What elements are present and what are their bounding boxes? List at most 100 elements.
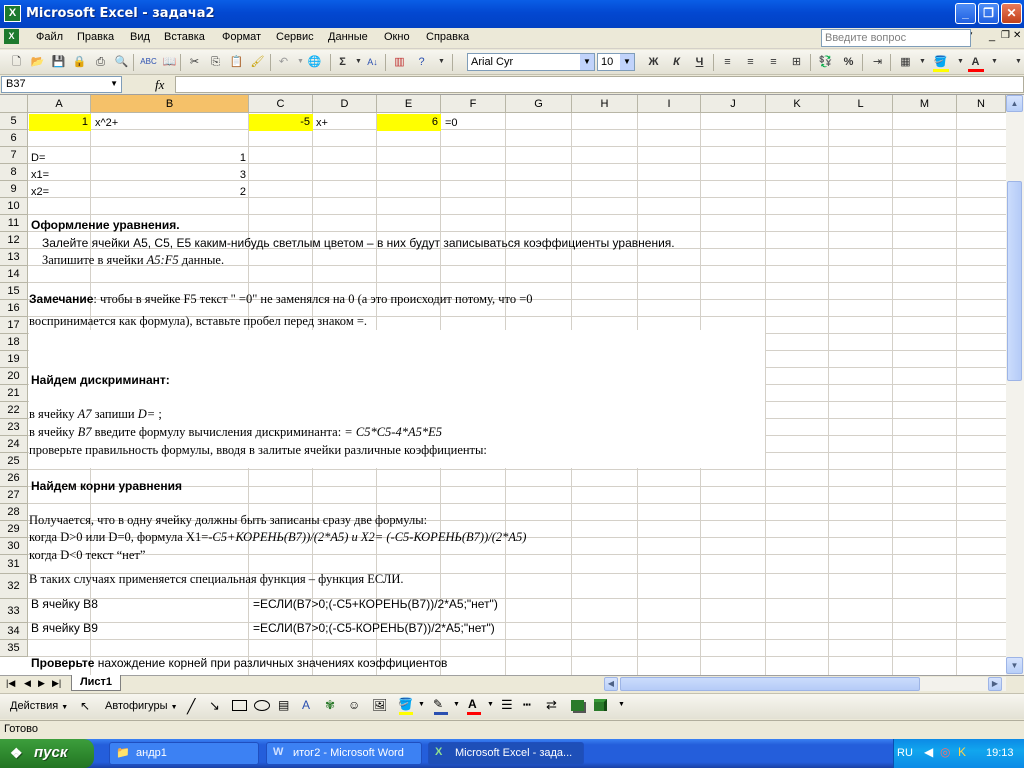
scroll-right-icon[interactable]: ▶ [988,677,1002,691]
clipart-icon[interactable]: ☺ [348,698,360,712]
print-icon[interactable]: ⎙ [92,54,109,70]
column-header[interactable]: B [91,95,249,113]
doc-close-button[interactable]: ✕ [1013,30,1021,41]
task-folder[interactable]: 📁 андр1 [109,742,259,765]
copy-icon[interactable]: ⎘ [207,54,224,70]
row-header[interactable]: 33 [0,599,28,623]
line-icon[interactable]: ╱ [187,698,195,715]
column-header[interactable]: J [701,95,766,113]
column-header[interactable]: L [829,95,893,113]
row-header[interactable]: 31 [0,555,28,574]
document-icon[interactable]: X [4,29,19,44]
row-header[interactable]: 23 [0,419,28,436]
scroll-up-icon[interactable]: ▲ [1006,95,1023,112]
menu-insert[interactable]: Вставка [164,31,205,43]
chevron-down-icon[interactable]: ▼ [453,701,460,708]
start-button[interactable]: ❖ пуск [0,739,94,768]
row-header[interactable]: 7 [0,147,28,164]
row-header[interactable]: 15 [0,283,28,300]
column-header[interactable]: N [957,95,1006,113]
save-icon[interactable]: 💾 [50,54,67,70]
row-header[interactable]: 17 [0,317,28,334]
wordart-icon[interactable]: A [302,698,310,712]
row-header[interactable]: 27 [0,487,28,504]
name-box[interactable]: B37 ▼ [1,76,122,93]
cell-a7[interactable]: D= [31,151,45,165]
cell-d5[interactable]: x+ [316,116,328,130]
undo-icon[interactable]: ↶ [275,54,292,70]
formula-input[interactable] [175,76,1024,93]
last-sheet-icon[interactable]: ▶| [52,678,61,689]
vertical-scrollbar[interactable]: ▲ ▼ [1006,95,1024,675]
toolbar-options-icon[interactable]: ▼ [1010,54,1024,70]
spreadsheet-grid[interactable]: A B C D E F G H I J K L M N 5 6 7 8 9 10 11 12 1… [0,95,1006,675]
font-size-select[interactable]: 10 ▼ [597,53,635,71]
row-header[interactable]: 5 [0,113,28,130]
line-style-icon[interactable]: ☰ [501,697,513,713]
autoshapes-menu[interactable]: Автофигуры ▼ [105,700,178,712]
column-header[interactable]: C [249,95,313,113]
select-objects-icon[interactable]: ↖ [80,699,90,713]
paste-icon[interactable]: 📋 [228,54,245,70]
doc-restore-button[interactable]: ❐ [1001,30,1010,41]
prev-sheet-icon[interactable]: ◀ [24,678,31,689]
dash-style-icon[interactable]: ┅ [523,697,531,713]
tray-app-icon[interactable]: K [958,745,966,759]
first-sheet-icon[interactable]: |◀ [6,678,15,689]
align-left-icon[interactable]: ≡ [719,54,736,70]
format-painter-icon[interactable]: 🖌 [249,54,266,70]
row-header[interactable]: 19 [0,351,28,368]
horizontal-scrollbar[interactable]: ◀ ▶ [604,677,1006,691]
menu-edit[interactable]: Правка [77,31,114,43]
line-color-icon[interactable]: ✎ [433,697,443,711]
font-color-icon[interactable]: A [468,697,477,711]
shadow-style-icon[interactable] [571,700,584,711]
function-icon[interactable]: fx [155,77,164,93]
row-header[interactable]: 8 [0,164,28,181]
menu-file[interactable]: Файл [36,31,63,43]
cell-a32[interactable]: В ячейку В8 [31,597,98,611]
menu-format[interactable]: Формат [222,31,261,43]
cell-f5[interactable]: =0 [445,116,458,130]
column-header[interactable]: F [441,95,506,113]
scroll-left-icon[interactable]: ◀ [604,677,618,691]
fill-color-icon[interactable]: 🪣 [932,54,949,70]
align-center-icon[interactable]: ≡ [742,54,759,70]
menu-window[interactable]: Окно [384,31,410,43]
cell-c33[interactable]: =ЕСЛИ(B7>0;(-C5-КОРЕНЬ(B7))/2*A5;"нет") [253,621,495,635]
cell-a8[interactable]: x1= [31,168,49,182]
font-color-dropdown-icon[interactable]: ▼ [986,54,1003,70]
task-excel[interactable]: X Microsoft Excel - зада... [428,742,584,765]
row-header[interactable]: 22 [0,402,28,419]
align-right-icon[interactable]: ≡ [765,54,782,70]
hyperlink-icon[interactable]: 🌐 [306,54,323,70]
cut-icon[interactable]: ✂ [186,54,203,70]
row-header[interactable]: 21 [0,385,28,402]
chevron-down-icon[interactable]: ▼ [620,54,634,70]
column-header[interactable]: H [572,95,638,113]
tray-arrow-icon[interactable]: ◀ [924,745,933,759]
excel-app-icon[interactable]: X [4,5,21,22]
indent-icon[interactable]: ⇥ [869,54,886,70]
row-header[interactable]: 32 [0,574,28,599]
cell-e5[interactable]: 6 [377,114,441,131]
menu-data[interactable]: Данные [328,31,368,43]
row-header[interactable]: 25 [0,453,28,470]
fill-color-icon[interactable]: 🪣 [398,697,413,711]
print-preview-icon[interactable]: 🔍 [113,54,130,70]
textbox-icon[interactable]: ▤ [278,698,289,712]
close-button[interactable]: ✕ [1001,3,1022,24]
row-header[interactable]: 9 [0,181,28,198]
row-header[interactable]: 6 [0,130,28,147]
minimize-button[interactable]: _ [955,3,976,24]
column-header[interactable]: D [313,95,377,113]
draw-actions-menu[interactable]: Действия ▼ [10,700,68,712]
toolbar-options-icon[interactable]: ▼ [433,54,450,70]
scroll-thumb[interactable] [620,677,920,691]
column-header[interactable]: I [638,95,701,113]
open-icon[interactable]: 📂 [29,54,46,70]
chevron-down-icon[interactable]: ▼ [580,54,594,70]
merge-center-icon[interactable]: ⊞ [788,54,805,70]
permission-icon[interactable]: 🔒 [71,54,88,70]
arrow-icon[interactable]: ↘ [209,698,220,714]
